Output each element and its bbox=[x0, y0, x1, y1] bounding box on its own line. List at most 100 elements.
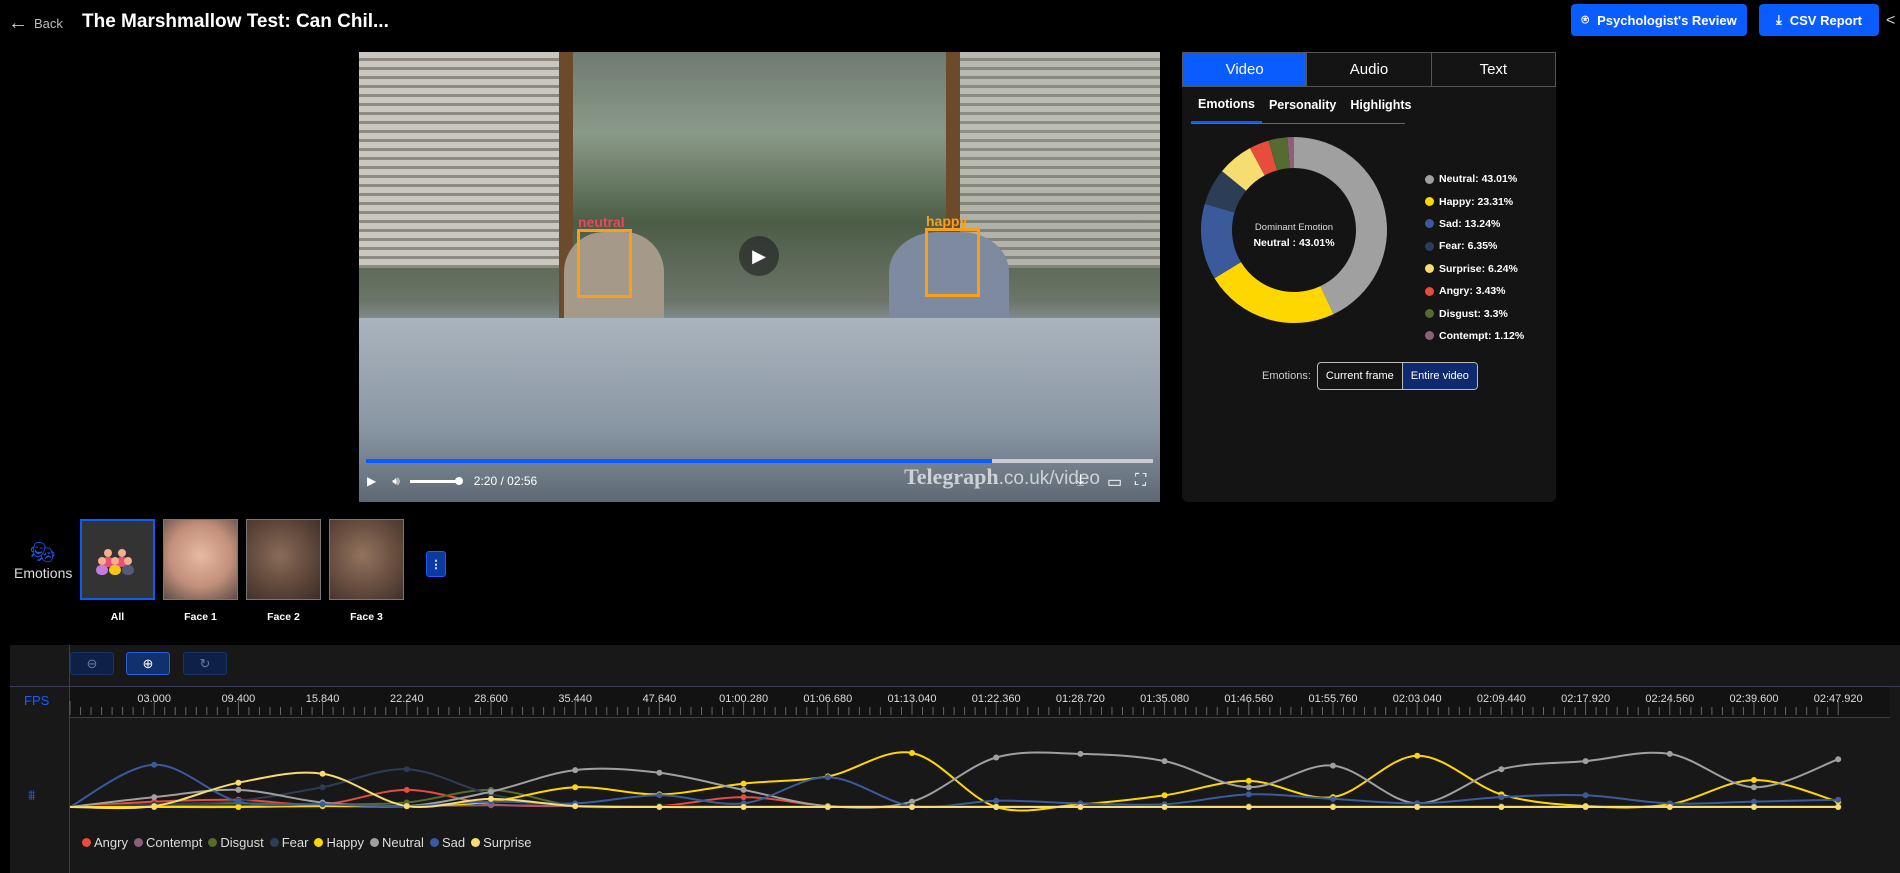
point-fear[interactable] bbox=[319, 784, 326, 791]
point-sad[interactable] bbox=[1498, 794, 1505, 801]
point-sad[interactable] bbox=[1751, 798, 1757, 805]
volume-slider[interactable] bbox=[409, 476, 463, 485]
tab-audio[interactable]: Audio bbox=[1307, 53, 1432, 86]
point-surprise[interactable] bbox=[319, 770, 326, 777]
point-sad[interactable] bbox=[319, 801, 326, 808]
point-sad[interactable] bbox=[993, 797, 1000, 804]
entire-video-button[interactable]: Entire video bbox=[1401, 363, 1477, 389]
subtab-emotions[interactable]: Emotions bbox=[1191, 87, 1262, 123]
point-surprise[interactable] bbox=[824, 804, 831, 810]
point-neutral[interactable] bbox=[1498, 766, 1505, 773]
point-angry[interactable] bbox=[403, 786, 410, 793]
point-surprise[interactable] bbox=[235, 779, 242, 786]
back-button[interactable]: ← Back bbox=[8, 12, 63, 35]
point-surprise[interactable] bbox=[1414, 804, 1421, 810]
point-happy[interactable] bbox=[1161, 792, 1168, 799]
point-surprise[interactable] bbox=[1330, 804, 1336, 810]
video-time: 2:20 / 02:56 bbox=[473, 474, 538, 488]
fullscreen-icon[interactable]: ⛶ bbox=[1135, 472, 1146, 490]
point-sad[interactable] bbox=[824, 774, 831, 781]
download-icon[interactable]: ⤓ bbox=[1077, 472, 1084, 490]
point-happy[interactable] bbox=[1414, 752, 1421, 759]
point-sad[interactable] bbox=[1245, 791, 1252, 798]
tab-video[interactable]: Video bbox=[1183, 53, 1308, 86]
point-surprise[interactable] bbox=[403, 803, 410, 810]
point-surprise[interactable] bbox=[1582, 804, 1589, 810]
point-sad[interactable] bbox=[151, 761, 158, 768]
face-thumb-2[interactable] bbox=[246, 519, 321, 600]
point-sad[interactable] bbox=[656, 792, 663, 799]
picture-in-picture-icon[interactable]: ▭ bbox=[1107, 472, 1122, 492]
time-tick-label: 01:46.560 bbox=[1224, 693, 1273, 705]
subtab-highlights[interactable]: Highlights bbox=[1343, 87, 1418, 123]
point-surprise[interactable] bbox=[1666, 804, 1673, 810]
point-surprise[interactable] bbox=[1245, 804, 1252, 810]
point-surprise[interactable] bbox=[993, 804, 1000, 810]
point-neutral[interactable] bbox=[235, 786, 242, 793]
donut-slice-happy[interactable] bbox=[1214, 262, 1334, 323]
point-surprise[interactable] bbox=[1835, 804, 1842, 810]
legend-item-fear[interactable]: Fear bbox=[269, 835, 308, 850]
point-surprise[interactable] bbox=[656, 804, 663, 810]
play-overlay-button[interactable]: ▶ bbox=[739, 236, 779, 276]
legend-item-neutral[interactable]: Neutral bbox=[370, 835, 424, 850]
point-surprise[interactable] bbox=[740, 804, 747, 810]
point-happy[interactable] bbox=[740, 780, 747, 787]
point-surprise[interactable] bbox=[1161, 804, 1168, 810]
share-icon[interactable]: < bbox=[1886, 12, 1895, 30]
point-neutral[interactable] bbox=[1751, 784, 1757, 791]
legend-item-happy[interactable]: Happy bbox=[314, 835, 364, 850]
legend-item-surprise[interactable]: Surprise bbox=[471, 835, 532, 850]
point-surprise[interactable] bbox=[488, 795, 494, 802]
point-neutral[interactable] bbox=[656, 769, 663, 776]
legend-dot bbox=[133, 838, 143, 847]
point-angry[interactable] bbox=[740, 794, 747, 801]
play-icon[interactable]: ▶ bbox=[367, 474, 376, 488]
more-faces-button[interactable]: ⋮ bbox=[426, 551, 446, 577]
point-surprise[interactable] bbox=[572, 803, 579, 810]
point-surprise[interactable] bbox=[909, 804, 915, 810]
point-neutral[interactable] bbox=[151, 794, 158, 801]
point-sad[interactable] bbox=[1835, 796, 1842, 803]
point-neutral[interactable] bbox=[488, 788, 494, 795]
point-surprise[interactable] bbox=[151, 803, 158, 810]
point-neutral[interactable] bbox=[1666, 750, 1673, 757]
point-happy[interactable] bbox=[1245, 777, 1252, 784]
face-thumb-all[interactable] bbox=[80, 519, 155, 600]
legend-item-disgust[interactable]: Disgust bbox=[208, 835, 264, 850]
subtab-personality[interactable]: Personality bbox=[1262, 87, 1343, 123]
point-happy[interactable] bbox=[1751, 777, 1757, 783]
current-frame-button[interactable]: Current frame bbox=[1318, 363, 1402, 389]
point-happy[interactable] bbox=[572, 784, 579, 791]
tab-text[interactable]: Text bbox=[1432, 53, 1555, 86]
point-neutral[interactable] bbox=[1077, 750, 1084, 757]
volume-icon[interactable]: 🔊︎ bbox=[392, 474, 400, 489]
point-surprise[interactable] bbox=[1751, 804, 1757, 810]
point-neutral[interactable] bbox=[1835, 756, 1842, 763]
point-neutral[interactable] bbox=[1582, 758, 1589, 765]
point-neutral[interactable] bbox=[740, 786, 747, 793]
point-happy[interactable] bbox=[235, 804, 242, 810]
point-fear[interactable] bbox=[403, 766, 410, 773]
group-people-icon bbox=[96, 549, 134, 575]
psychologists-review-button[interactable]: ⍟ Psychologist's Review bbox=[1571, 4, 1747, 36]
video-player[interactable]: neutral happy ▶ Telegraph.co.uk/video ▶ … bbox=[359, 52, 1160, 502]
legend-item-angry[interactable]: Angry bbox=[82, 835, 128, 850]
point-neutral[interactable] bbox=[1161, 758, 1168, 765]
legend-item-contempt[interactable]: Contempt bbox=[133, 835, 202, 850]
point-sad[interactable] bbox=[1582, 792, 1589, 799]
point-neutral[interactable] bbox=[1330, 762, 1336, 769]
point-neutral[interactable] bbox=[1245, 784, 1252, 791]
point-sad[interactable] bbox=[1330, 795, 1336, 802]
point-happy[interactable] bbox=[909, 750, 915, 756]
point-sad[interactable] bbox=[235, 798, 242, 805]
point-surprise[interactable] bbox=[1077, 804, 1084, 810]
legend-item-sad[interactable]: Sad bbox=[429, 835, 465, 850]
point-surprise[interactable] bbox=[1498, 804, 1505, 810]
point-neutral[interactable] bbox=[572, 767, 579, 774]
face-thumb-3[interactable] bbox=[329, 519, 404, 600]
point-neutral[interactable] bbox=[993, 754, 1000, 761]
face-thumb-1[interactable] bbox=[163, 519, 238, 600]
video-progress-bar[interactable] bbox=[366, 459, 1153, 463]
csv-report-button[interactable]: ⤓ CSV Report bbox=[1759, 4, 1879, 36]
